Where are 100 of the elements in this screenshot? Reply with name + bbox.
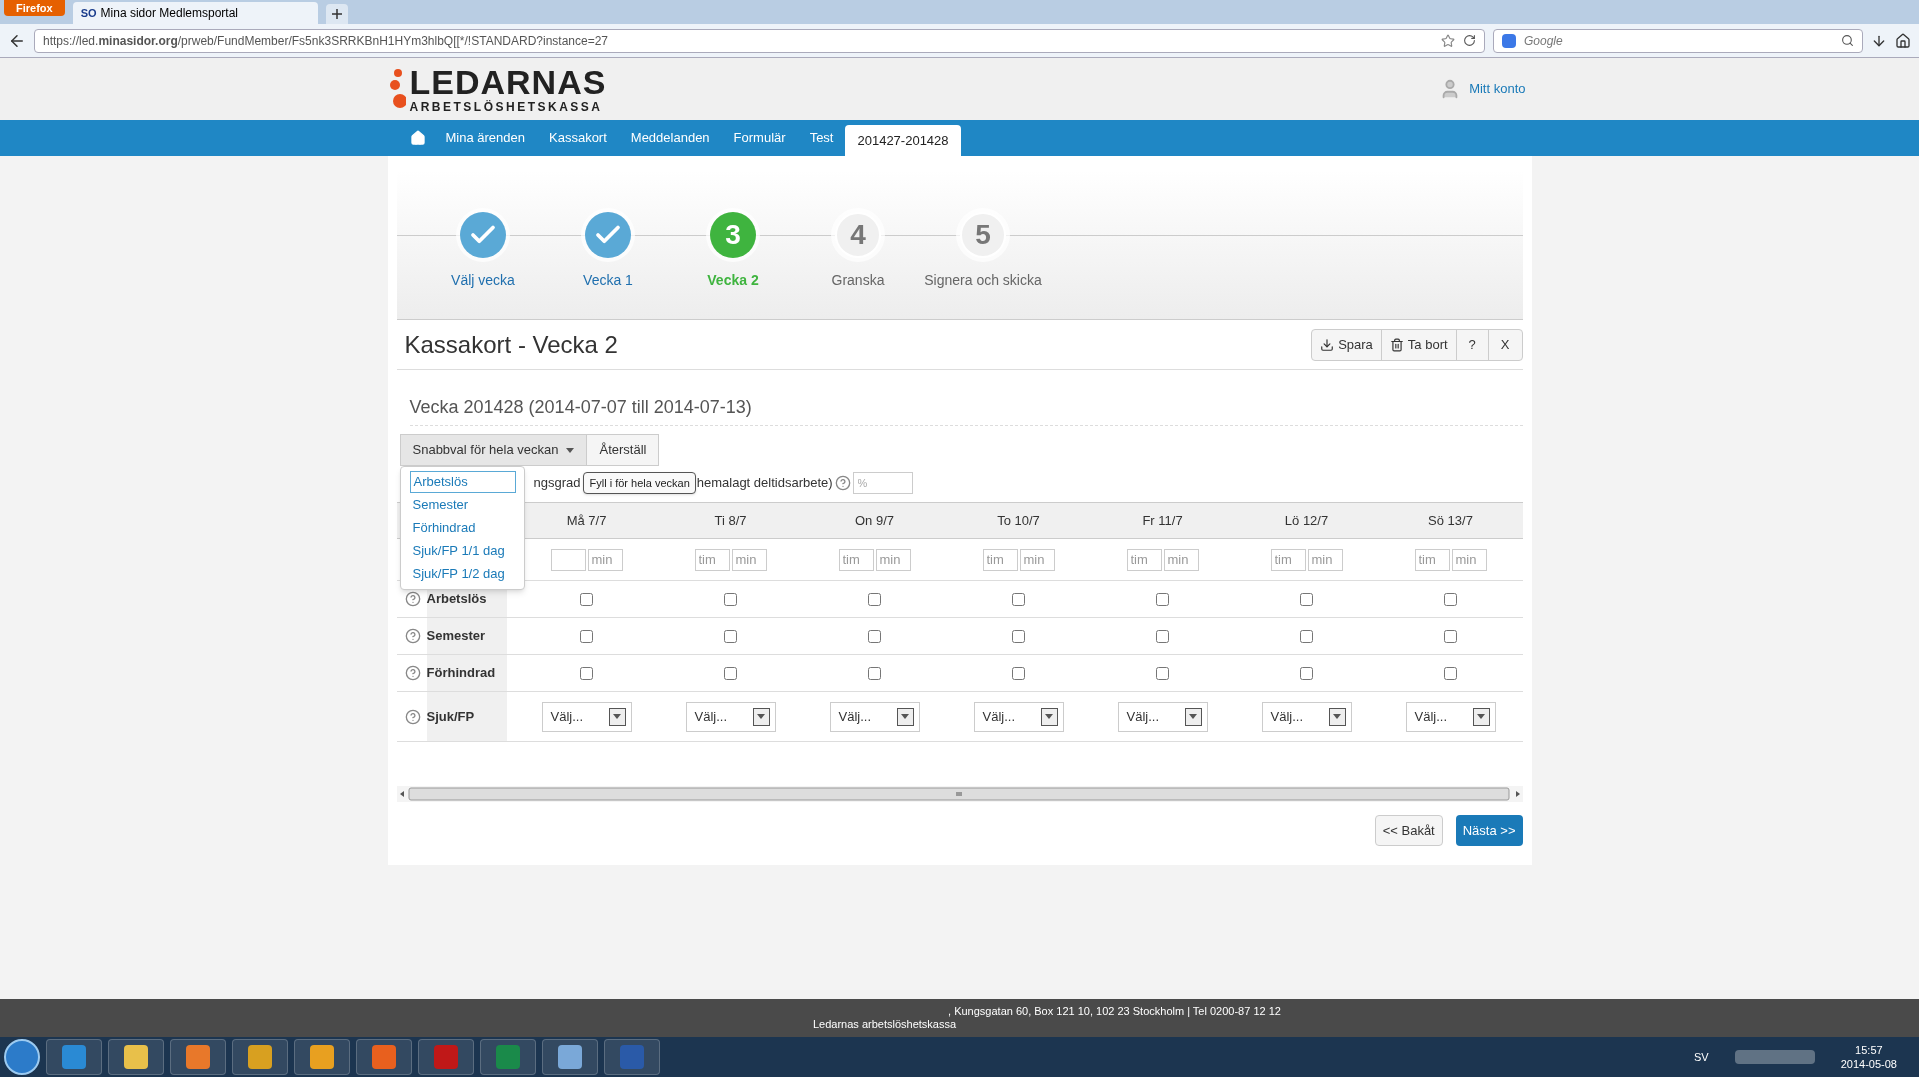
search-placeholder: Google	[1524, 32, 1564, 50]
hours-field[interactable]: tim	[982, 548, 1018, 571]
minutes-field[interactable]: min	[587, 548, 623, 571]
day-checkbox[interactable]	[1156, 592, 1169, 606]
save-button[interactable]: Spara	[1312, 329, 1382, 360]
home-icon[interactable]	[1895, 32, 1911, 49]
hours-field[interactable]	[550, 548, 586, 571]
footer-name: Ledarnas arbetslöshetskassa	[812, 1018, 957, 1031]
reload-icon[interactable]	[1463, 34, 1476, 47]
taskbar-app-icon[interactable]	[356, 1039, 412, 1075]
day-checkbox[interactable]	[580, 629, 593, 643]
tab-title: Mina sidor Medlemsportal	[100, 5, 238, 22]
hours-field[interactable]: tim	[838, 548, 874, 571]
day-checkbox[interactable]	[580, 592, 593, 606]
help-icon[interactable]	[404, 591, 421, 607]
day-checkbox[interactable]	[1156, 666, 1169, 680]
hours-field[interactable]: tim	[1270, 548, 1306, 571]
minutes-field[interactable]: min	[731, 548, 767, 571]
dropdown-option[interactable]: Semester	[408, 494, 516, 516]
back-button[interactable]: << Bakåt	[1374, 815, 1443, 846]
delete-button[interactable]: Ta bort	[1381, 329, 1457, 360]
search-engine-icon[interactable]	[1502, 33, 1516, 48]
day-checkbox[interactable]	[868, 629, 881, 643]
minutes-field[interactable]: min	[875, 548, 911, 571]
day-checkbox[interactable]	[1012, 592, 1025, 606]
help-icon[interactable]	[404, 665, 421, 681]
help-icon[interactable]	[404, 628, 421, 644]
quick-select-button[interactable]: Snabbval för hela veckan	[399, 434, 588, 466]
day-select[interactable]: Välj...	[1261, 701, 1352, 732]
reset-button[interactable]: Återställ	[587, 434, 660, 466]
day-checkbox[interactable]	[724, 666, 737, 680]
star-icon[interactable]	[1441, 33, 1455, 48]
taskbar-app-icon[interactable]	[232, 1039, 288, 1075]
help-icon[interactable]	[834, 475, 851, 491]
caret-icon	[566, 447, 575, 453]
hours-field[interactable]: tim	[1126, 548, 1162, 571]
day-checkbox[interactable]	[1012, 666, 1025, 680]
day-header: On 9/7	[855, 511, 894, 530]
help-icon[interactable]	[404, 708, 421, 725]
minutes-field[interactable]: min	[1163, 548, 1199, 571]
step-label: Välj vecka	[451, 271, 515, 290]
day-select[interactable]: Välj...	[829, 701, 920, 732]
account-link[interactable]: Mitt konto	[1469, 79, 1526, 99]
nav-tab[interactable]: Mina ärenden	[433, 120, 537, 156]
caret-icon	[901, 714, 909, 719]
row-label: Sjuk/FP	[426, 692, 507, 741]
caret-icon	[1333, 714, 1341, 719]
day-select[interactable]: Välj...	[1117, 701, 1208, 732]
day-select[interactable]: Välj...	[1405, 701, 1496, 732]
hours-field[interactable]: tim	[1414, 548, 1450, 571]
day-checkbox[interactable]	[1444, 629, 1457, 643]
minutes-field[interactable]: min	[1019, 548, 1055, 571]
nav-tab[interactable]: Kassakort	[537, 120, 619, 156]
taskbar-app-icon[interactable]	[294, 1039, 350, 1075]
address-field[interactable]: https://led.minasidor.org/prweb/FundMember/Fs5nk3SRRKBnH1HYm3hlbQ[[*/!STANDARD?instance=27	[34, 28, 1485, 53]
day-select[interactable]: Välj...	[685, 701, 776, 732]
day-checkbox[interactable]	[868, 666, 881, 680]
dropdown-option[interactable]: Sjuk/FP 1/1 dag	[408, 540, 516, 562]
day-select[interactable]: Välj...	[973, 701, 1064, 732]
search-field[interactable]: Google	[1493, 28, 1863, 53]
start-button[interactable]	[4, 1039, 40, 1075]
percent-label-end: hemalagt deltidsarbete)	[696, 474, 833, 493]
day-checkbox[interactable]	[1444, 666, 1457, 680]
day-checkbox[interactable]	[1156, 629, 1169, 643]
browser-tab[interactable]: SO Mina sidor Medlemsportal	[72, 2, 318, 24]
minutes-field[interactable]: min	[1307, 548, 1343, 571]
close-button[interactable]: X	[1488, 329, 1522, 360]
day-checkbox[interactable]	[1300, 592, 1313, 606]
day-checkbox[interactable]	[1300, 629, 1313, 643]
horizontal-scrollbar[interactable]	[396, 786, 1523, 802]
day-checkbox[interactable]	[580, 666, 593, 680]
day-checkbox[interactable]	[1444, 592, 1457, 606]
taskbar-app-icon[interactable]	[542, 1039, 598, 1075]
trash-icon	[1389, 337, 1404, 352]
day-checkbox[interactable]	[724, 629, 737, 643]
day-checkbox[interactable]	[868, 592, 881, 606]
dropdown-option[interactable]: Förhindrad	[408, 517, 516, 539]
next-button[interactable]: Nästa >>	[1455, 815, 1523, 846]
nav-tab[interactable]: 201427-201428	[845, 125, 961, 156]
help-button[interactable]: ?	[1456, 329, 1489, 360]
percent-field[interactable]: %	[852, 472, 913, 494]
nav-tab[interactable]: Meddelanden	[618, 120, 722, 156]
language-indicator[interactable]: SV	[1694, 1048, 1709, 1066]
new-tab-button[interactable]	[325, 4, 348, 24]
minutes-field[interactable]: min	[1451, 548, 1487, 571]
nav-tab[interactable]: Formulär	[721, 120, 798, 156]
step-label: Signera och skicka	[924, 271, 1042, 290]
day-checkbox[interactable]	[1300, 666, 1313, 680]
logo-title: LEDARNAS	[409, 65, 607, 99]
day-checkbox[interactable]	[724, 592, 737, 606]
taskbar-app-icon[interactable]	[46, 1039, 102, 1075]
day-select[interactable]: Välj...	[541, 701, 632, 732]
dropdown-option[interactable]: Arbetslös	[409, 471, 516, 493]
search-icon[interactable]	[1841, 34, 1854, 47]
taskbar-app-icon[interactable]	[170, 1039, 226, 1075]
nav-tab[interactable]: Test	[797, 120, 846, 156]
hours-field[interactable]: tim	[694, 548, 730, 571]
day-checkbox[interactable]	[1012, 629, 1025, 643]
taskbar-app-icon[interactable]	[108, 1039, 164, 1075]
step-label: Vecka 2	[707, 271, 759, 290]
